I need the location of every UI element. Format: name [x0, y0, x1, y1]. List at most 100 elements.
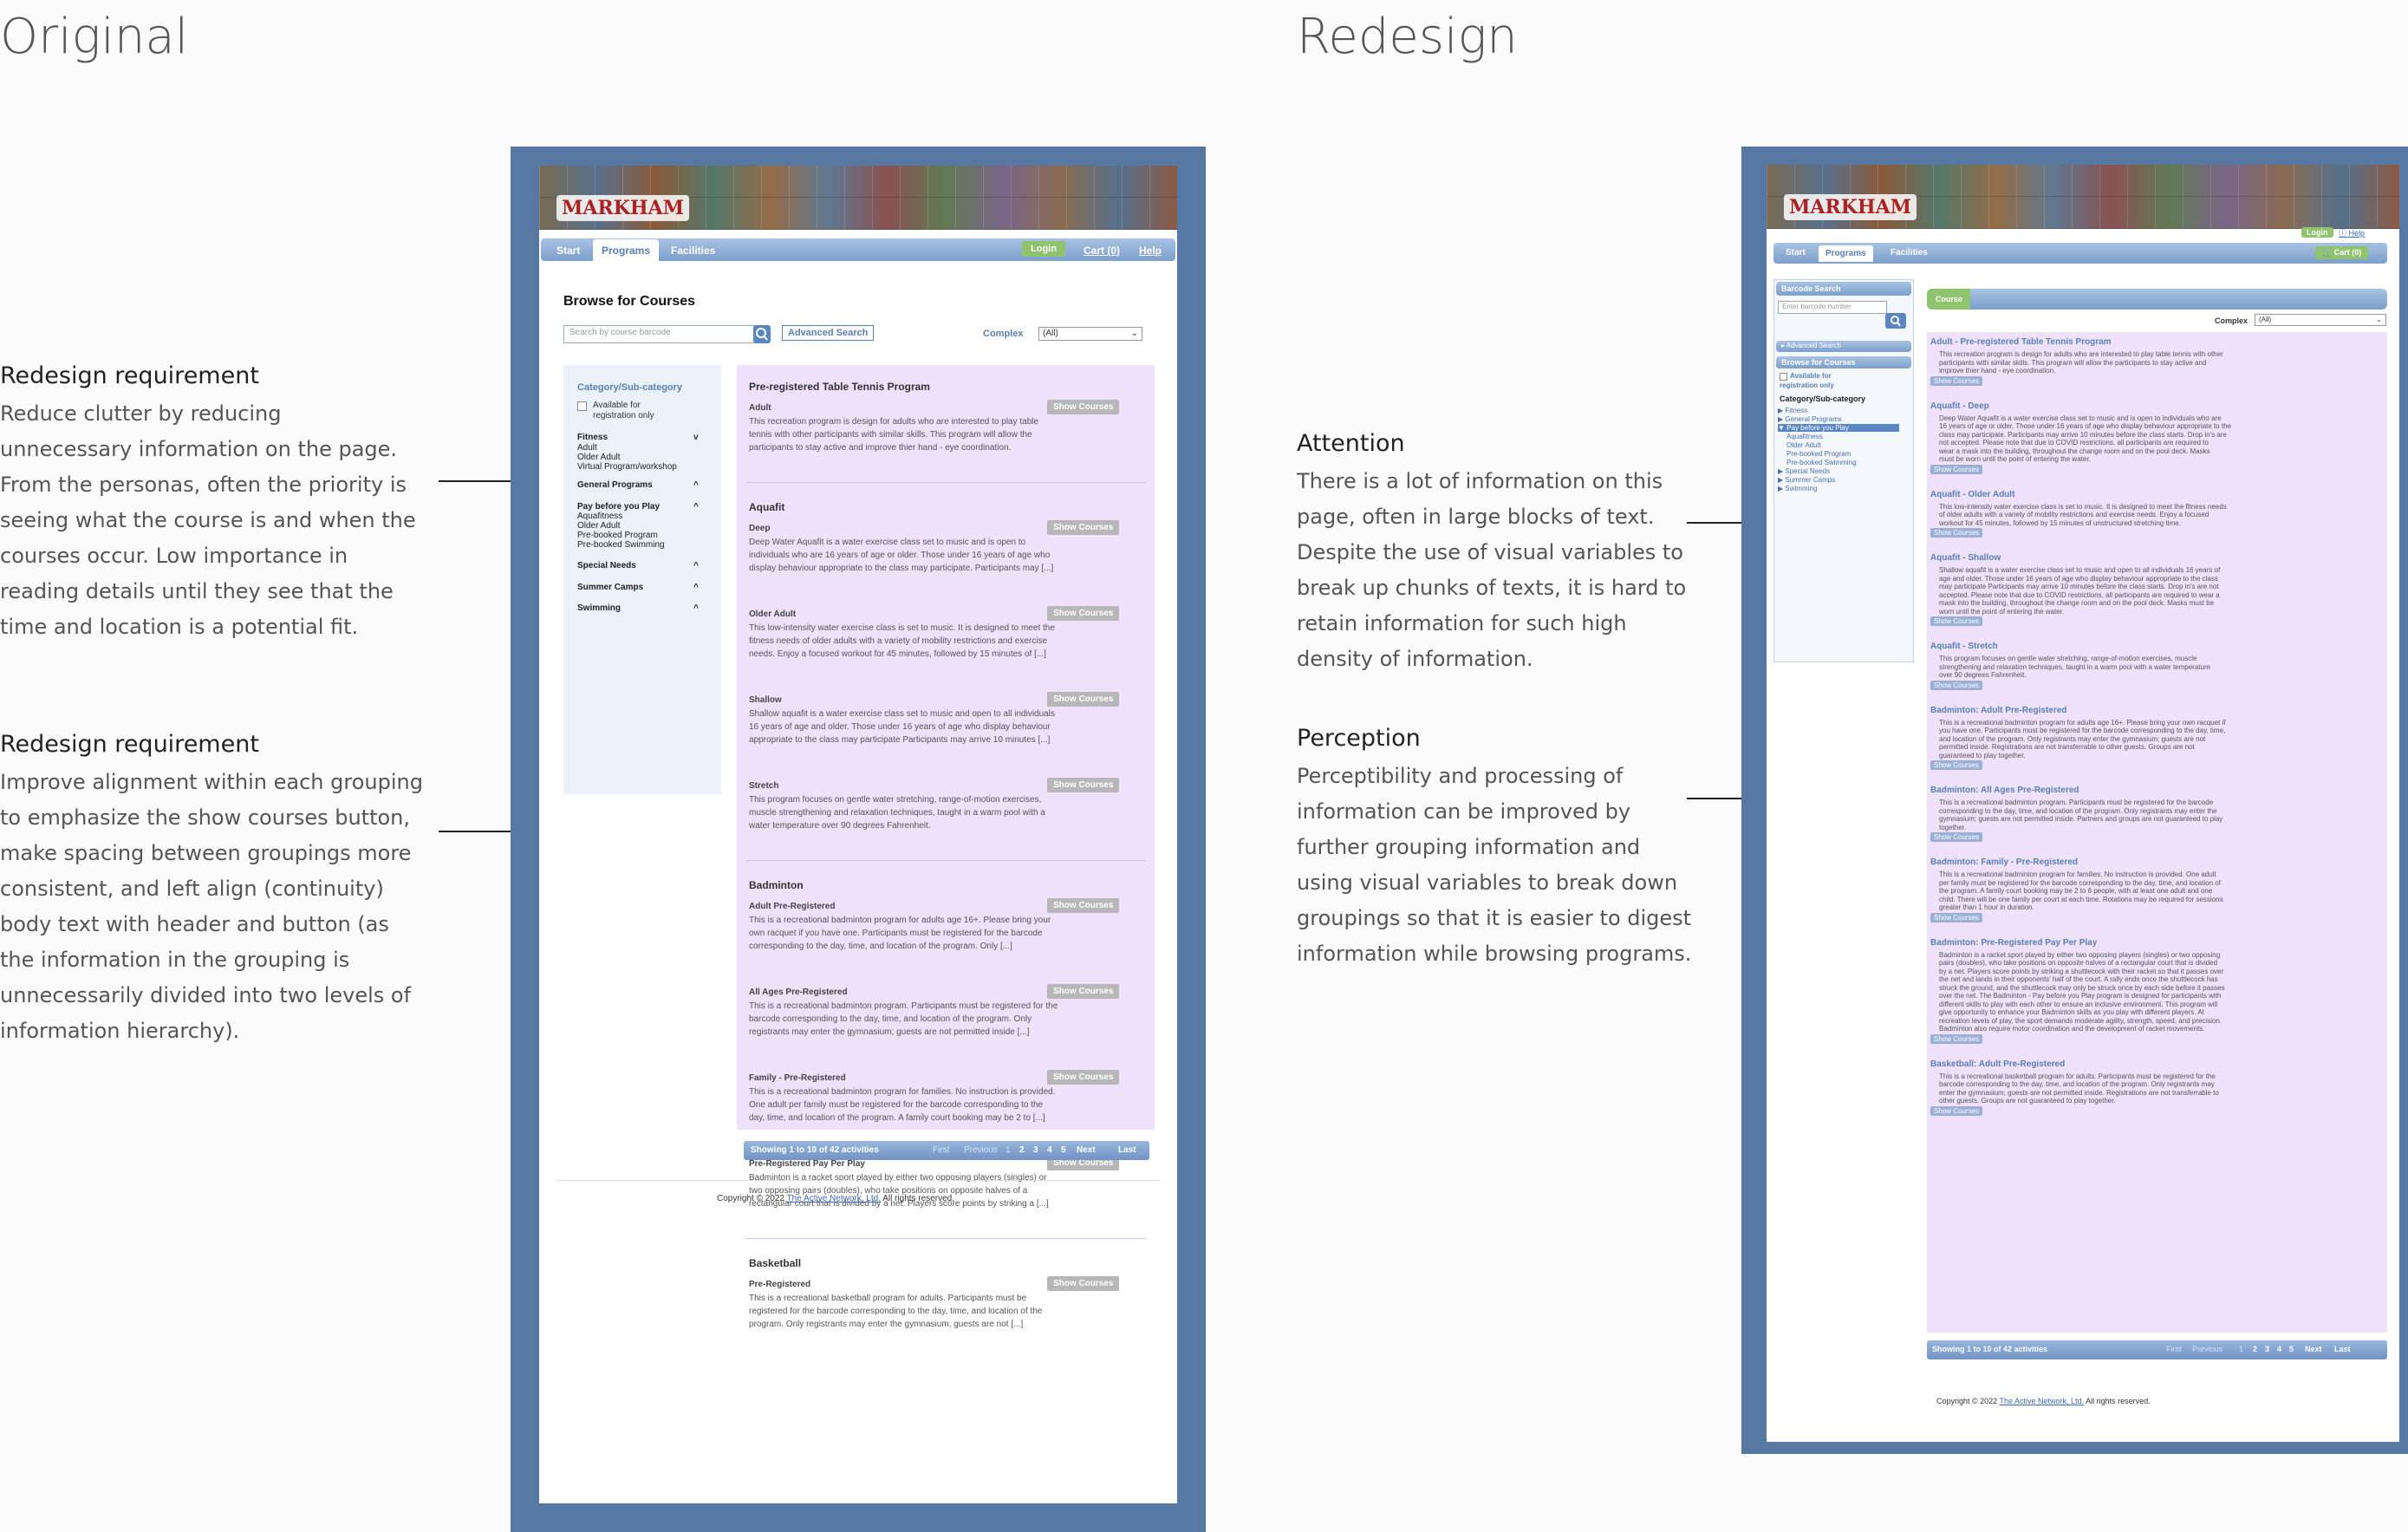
tree-item[interactable]: ▶ General Programs	[1778, 415, 1842, 423]
redesign-pagination-first[interactable]: First	[2166, 1345, 2182, 1353]
markham-logo[interactable]: MARKHAM	[556, 195, 690, 221]
sidebar-item[interactable]: Fitness	[577, 433, 608, 442]
sidebar-item[interactable]: Special Needs	[577, 561, 636, 570]
tree-item[interactable]: Pre-booked Swimming	[1786, 459, 1856, 466]
redesign-markham-logo[interactable]: MARKHAM	[1784, 194, 1917, 220]
chevron-up-icon[interactable]: ^	[693, 561, 699, 570]
login-button[interactable]: Login	[1022, 241, 1065, 257]
sidebar-item[interactable]: Older Adult	[577, 453, 620, 462]
chevron-up-icon[interactable]: ^	[693, 480, 699, 490]
advanced-search-button[interactable]: Advanced Search	[782, 325, 875, 341]
tree-item[interactable]: Aquafitness	[1786, 433, 1823, 440]
pagination-page-5[interactable]: 5	[1061, 1145, 1066, 1155]
show-courses-button[interactable]: Show Courses	[1930, 1105, 1983, 1116]
complex-select[interactable]: (All) ⌄	[1038, 327, 1142, 341]
show-courses-button[interactable]: Show Courses	[1047, 1276, 1120, 1291]
redesign-search-icon[interactable]	[1885, 313, 1906, 329]
show-courses-button[interactable]: Show Courses	[1930, 464, 1983, 474]
redesign-pagination-page-1[interactable]: 1	[2239, 1345, 2243, 1353]
redesign-complex-select[interactable]: (All) ⌄	[2255, 314, 2386, 326]
footer-copyright: Copyright © 2022	[717, 1194, 787, 1203]
sidebar-item[interactable]: Summer Camps	[577, 583, 643, 592]
redesign-available-checkbox[interactable]	[1780, 373, 1787, 381]
chevron-up-icon[interactable]: ^	[693, 583, 699, 592]
redesign-cart-button[interactable]: 🛒 Cart (0)	[2315, 246, 2369, 259]
tree-item[interactable]: ▶ Special Needs	[1778, 467, 1830, 475]
redesign-pagination-page-4[interactable]: 4	[2277, 1345, 2281, 1353]
show-courses-button[interactable]: Show Courses	[1047, 520, 1120, 535]
sidebar-item[interactable]: Virtual Program/workshop	[577, 462, 677, 472]
redesign-help-link[interactable]: ⓘ Help	[2339, 227, 2365, 238]
tree-item[interactable]: ▶ Swimming	[1778, 485, 1817, 492]
pagination-page-3[interactable]: 3	[1033, 1145, 1038, 1155]
show-courses-button[interactable]: Show Courses	[1930, 616, 1983, 626]
show-courses-button[interactable]: Show Courses	[1930, 528, 1983, 538]
sidebar-item[interactable]: Adult	[577, 443, 597, 453]
tree-item[interactable]: Pre-booked Program	[1786, 450, 1851, 458]
show-courses-button[interactable]: Show Courses	[1047, 778, 1120, 792]
pagination-page-2[interactable]: 2	[1019, 1145, 1025, 1155]
redesign-pagination-page-5[interactable]: 5	[2289, 1345, 2294, 1353]
redesign-pagination-page-2[interactable]: 2	[2253, 1345, 2257, 1353]
redesign-barcode-input[interactable]: Enter barcode number	[1778, 301, 1887, 314]
chevron-down-icon[interactable]: v	[693, 433, 699, 442]
tree-item[interactable]: ▶ Fitness	[1778, 407, 1807, 414]
available-checkbox[interactable]	[577, 401, 587, 411]
redesign-tab-start[interactable]: Start	[1786, 248, 1806, 258]
course-title: Badminton: Family - Pre-Registered	[1930, 857, 2079, 867]
redesign-pagination-page-3[interactable]: 3	[2265, 1345, 2269, 1353]
chevron-up-icon[interactable]: ^	[693, 603, 699, 613]
show-courses-button[interactable]: Show Courses	[1930, 375, 1983, 386]
tab-programs[interactable]: Programs	[593, 239, 660, 262]
sidebar-item[interactable]: Older Adult	[577, 521, 620, 531]
sidebar-item[interactable]: Aquafitness	[577, 512, 622, 521]
redesign-pagination-next[interactable]: Next	[2305, 1345, 2322, 1353]
redesign-advanced-search[interactable]: ▸ Advanced Search	[1776, 341, 1911, 352]
redesign-tab-facilities[interactable]: Facilities	[1891, 248, 1928, 258]
sidebar-item[interactable]: Swimming	[577, 603, 621, 613]
cart-link[interactable]: Cart (0)	[1084, 244, 1120, 257]
sidebar-item[interactable]: Pre-booked Program	[577, 531, 658, 540]
redesign-login-button[interactable]: Login	[2301, 227, 2333, 238]
search-icon[interactable]	[753, 325, 771, 343]
show-courses-button[interactable]: Show Courses	[1047, 606, 1120, 621]
tree-item[interactable]: Older Adult	[1786, 441, 1821, 449]
redesign-pagination-previous[interactable]: Previous	[2192, 1345, 2223, 1353]
sidebar-item[interactable]: Pay before you Play	[577, 502, 660, 512]
help-link[interactable]: Help	[1139, 244, 1162, 257]
active-network-link[interactable]: The Active Network, Ltd.	[787, 1194, 881, 1203]
show-courses-button[interactable]: Show Courses	[1047, 984, 1120, 999]
sidebar-item[interactable]: General Programs	[577, 480, 653, 490]
pagination-page-4[interactable]: 4	[1047, 1145, 1052, 1155]
show-courses-button[interactable]: Show Courses	[1047, 692, 1120, 707]
show-courses-button[interactable]: Show Courses	[1930, 680, 1983, 690]
chevron-up-icon[interactable]: ^	[693, 502, 699, 512]
original-page: MARKHAM Start Programs Facilities Login …	[539, 166, 1177, 1503]
pagination-next[interactable]: Next	[1077, 1145, 1096, 1155]
pagination-first[interactable]: First	[933, 1145, 949, 1155]
pagination-last[interactable]: Last	[1118, 1145, 1136, 1155]
show-courses-button[interactable]: Show Courses	[1930, 760, 1983, 770]
show-courses-button[interactable]: Show Courses	[1047, 1070, 1120, 1085]
redesign-complex-value: (All)	[2259, 316, 2272, 323]
show-courses-button[interactable]: Show Courses	[1930, 912, 1983, 922]
course-tab[interactable]: Course	[1927, 289, 1970, 310]
tree-item[interactable]: ▶ Summer Camps	[1778, 476, 1835, 484]
barcode-search-input[interactable]: Search by course barcode	[563, 325, 761, 343]
course-description: 16 years of age or older. Those under 16…	[1939, 422, 2231, 430]
show-courses-button[interactable]: Show Courses	[1930, 1033, 1983, 1044]
tree-item[interactable]: ▼ Pay before you Play	[1778, 424, 1899, 432]
pagination-previous[interactable]: Previous	[964, 1145, 998, 1155]
tab-start[interactable]: Start	[556, 244, 580, 257]
show-courses-button[interactable]: Show Courses	[1930, 832, 1983, 842]
sidebar-item[interactable]: Pre-booked Swimming	[577, 540, 665, 550]
tab-facilities[interactable]: Facilities	[671, 244, 715, 257]
redesign-tab-programs[interactable]: Programs	[1819, 245, 1873, 262]
redesign-active-network-link[interactable]: The Active Network, Ltd.	[2000, 1397, 2085, 1405]
note-line: Reduce clutter by reducing	[0, 401, 282, 426]
redesign-pagination-last[interactable]: Last	[2334, 1345, 2351, 1353]
show-courses-button[interactable]: Show Courses	[1047, 898, 1120, 913]
pagination-page-1[interactable]: 1	[1006, 1145, 1011, 1155]
show-courses-button[interactable]: Show Courses	[1047, 400, 1120, 414]
redesign-pagination-summary: Showing 1 to 10 of 42 activities	[1932, 1345, 2048, 1353]
